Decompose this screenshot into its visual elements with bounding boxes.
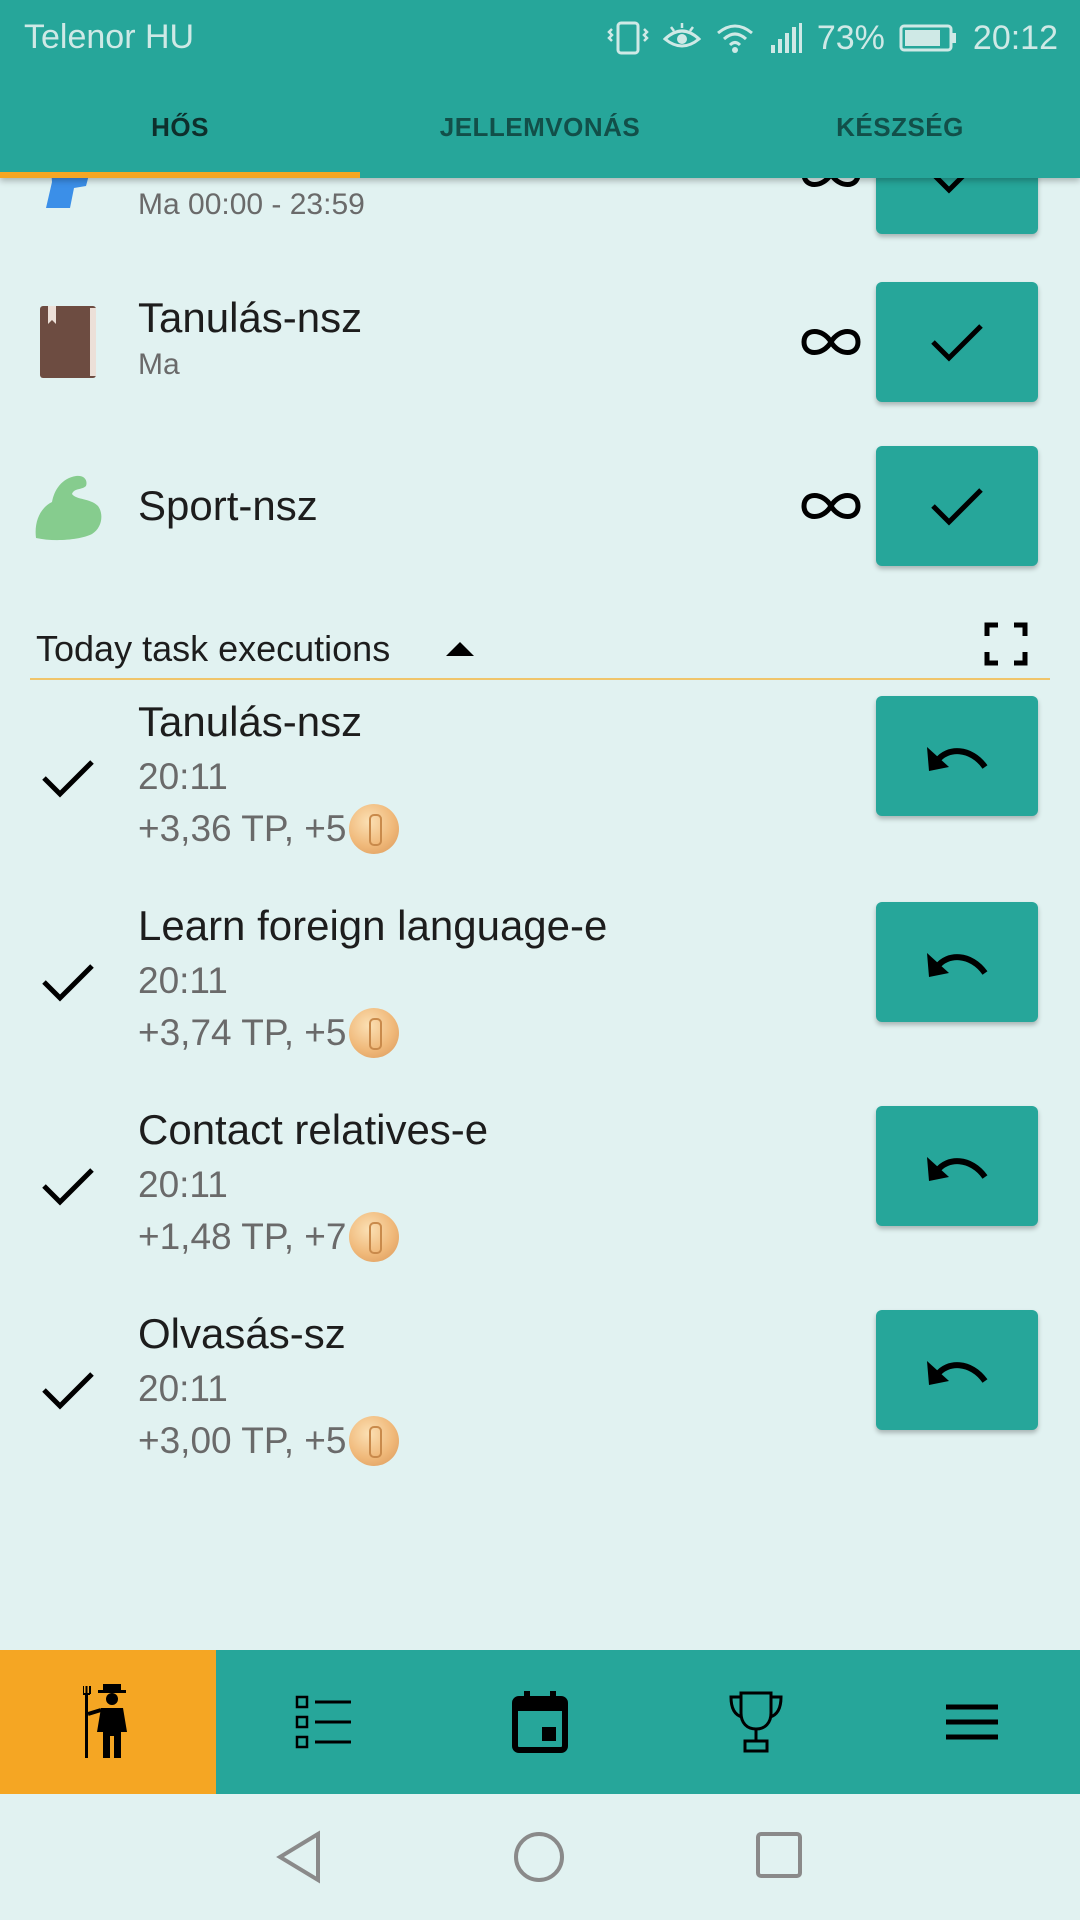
bottom-navigation	[0, 1650, 1080, 1794]
battery-icon	[899, 24, 956, 52]
water-icon	[46, 178, 89, 208]
coin-icon	[348, 1416, 399, 1466]
nav-hero[interactable]	[0, 1650, 216, 1794]
app-header: Telenor HU 73% 20:12 HŐS JELLEMVONÁS KÉS…	[0, 0, 1080, 178]
infinity-icon	[801, 493, 861, 519]
habit-row[interactable]: Sport-nsz	[0, 444, 1080, 568]
menu-icon	[946, 1704, 998, 1740]
status-bar: Telenor HU 73% 20:12	[0, 0, 1080, 76]
check-icon	[933, 178, 965, 194]
check-icon	[42, 1168, 94, 1206]
caret-up-icon[interactable]	[444, 640, 476, 658]
calendar-icon	[512, 1691, 568, 1753]
executions-section-header[interactable]: Today task executions	[30, 620, 1050, 680]
infinity-icon	[802, 178, 860, 187]
clock: 20:12	[972, 18, 1058, 57]
recents-icon[interactable]	[754, 1830, 804, 1880]
execution-time: 20:11	[138, 1368, 228, 1409]
coin-icon	[348, 1212, 399, 1262]
habit-row[interactable]: Ma 00:00 - 23:59	[0, 178, 1080, 258]
execution-title: Contact relatives-e	[138, 1106, 489, 1153]
habit-title: Tanulás-nsz	[138, 294, 363, 341]
reward-text: +3,74 TP, +5	[138, 1012, 347, 1053]
execution-reward: +3,00 TP, +5	[138, 1416, 399, 1466]
habit-subtitle: Ma 00:00 - 23:59	[138, 188, 365, 221]
check-icon	[42, 760, 94, 798]
fullscreen-icon[interactable]	[984, 622, 1028, 666]
undo-icon	[927, 953, 988, 977]
nav-menu[interactable]	[864, 1650, 1080, 1794]
coin-icon	[348, 1008, 399, 1058]
check-icon	[931, 488, 983, 526]
nav-tasks[interactable]	[216, 1650, 432, 1794]
tab-bar: HŐS JELLEMVONÁS KÉSZSÉG	[0, 88, 1080, 178]
execution-title: Olvasás-sz	[138, 1310, 346, 1357]
tab-jellemvonas[interactable]: JELLEMVONÁS	[360, 88, 720, 178]
undo-button[interactable]	[876, 696, 1038, 816]
back-icon[interactable]	[274, 1830, 324, 1884]
complete-button[interactable]	[876, 178, 1038, 234]
habit-subtitle: Ma	[138, 348, 180, 381]
wifi-icon	[716, 24, 753, 53]
execution-row: Olvasás-sz 20:11 +3,00 TP, +5	[0, 1310, 1080, 1514]
nav-achievements[interactable]	[648, 1650, 864, 1794]
complete-button[interactable]	[876, 446, 1038, 566]
muscle-icon	[35, 475, 102, 541]
tab-keszseg[interactable]: KÉSZSÉG	[720, 88, 1080, 178]
execution-row: Learn foreign language-e 20:11 +3,74 TP,…	[0, 902, 1080, 1106]
check-icon	[931, 324, 983, 362]
undo-icon	[927, 1361, 988, 1385]
undo-button[interactable]	[876, 1106, 1038, 1226]
check-icon	[42, 964, 94, 1002]
section-title: Today task executions	[36, 628, 391, 669]
habit-row[interactable]: Tanulás-nsz Ma	[0, 280, 1080, 404]
book-icon	[40, 306, 96, 378]
tab-hos[interactable]: HŐS	[0, 88, 360, 178]
execution-time: 20:11	[138, 756, 228, 797]
trophy-icon	[729, 1691, 783, 1753]
check-icon	[42, 1372, 94, 1410]
undo-icon	[927, 1157, 988, 1181]
coin-icon	[348, 804, 399, 854]
execution-reward: +1,48 TP, +7	[138, 1212, 399, 1262]
nav-calendar[interactable]	[432, 1650, 648, 1794]
battery-percent: 73%	[816, 18, 885, 57]
execution-reward: +3,36 TP, +5	[138, 804, 399, 854]
hero-content[interactable]: Ma 00:00 - 23:59 Tanulás-nsz Ma Sport-ns…	[0, 178, 1080, 1650]
execution-time: 20:11	[138, 960, 228, 1001]
system-navigation	[0, 1794, 1080, 1920]
reward-text: +3,36 TP, +5	[138, 808, 347, 849]
complete-button[interactable]	[876, 282, 1038, 402]
vibrate-icon	[607, 21, 649, 55]
undo-icon	[927, 747, 988, 771]
checklist-icon	[295, 1695, 351, 1749]
execution-time: 20:11	[138, 1164, 228, 1205]
habit-title: Sport-nsz	[138, 482, 318, 529]
eye-comfort-icon	[662, 23, 701, 48]
execution-row: Tanulás-nsz 20:11 +3,36 TP, +5	[0, 696, 1080, 902]
signal-icon	[770, 23, 802, 53]
undo-button[interactable]	[876, 1310, 1038, 1430]
carrier-name: Telenor HU	[24, 18, 195, 56]
reward-text: +1,48 TP, +7	[138, 1216, 347, 1257]
undo-button[interactable]	[876, 902, 1038, 1022]
farmer-icon	[83, 1684, 127, 1758]
home-icon[interactable]	[512, 1830, 566, 1884]
reward-text: +3,00 TP, +5	[138, 1420, 347, 1461]
execution-row: Contact relatives-e 20:11 +1,48 TP, +7	[0, 1106, 1080, 1310]
execution-title: Learn foreign language-e	[138, 902, 608, 949]
execution-title: Tanulás-nsz	[138, 698, 363, 745]
infinity-icon	[801, 329, 861, 355]
execution-reward: +3,74 TP, +5	[138, 1008, 399, 1058]
